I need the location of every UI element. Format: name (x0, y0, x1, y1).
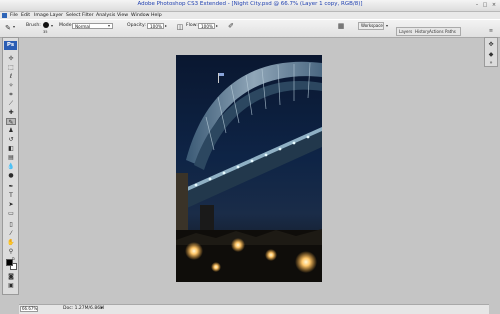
tablet-pressure-icon[interactable]: ◫ (176, 23, 184, 31)
brush-tool-icon[interactable]: ✎ (6, 118, 16, 126)
crop-tool-icon[interactable]: ⌗ (6, 91, 16, 98)
collapsed-panel-strip: ✥ ◆ » (484, 37, 498, 67)
move-tool-icon[interactable]: ✢ (6, 55, 16, 62)
tab-actions[interactable]: Actions (429, 29, 444, 35)
panel-menu-icon[interactable]: ≡ (485, 28, 497, 35)
menu-filter[interactable]: Filter (82, 12, 94, 19)
workspace-button[interactable]: Workspace (358, 22, 384, 30)
workspace-chevron-icon[interactable]: ▾ (386, 23, 388, 29)
photoshop-logo: Ps (4, 41, 17, 50)
menu-bar: File Edit Image Layer Select Filter Anal… (0, 12, 500, 19)
quick-mask-icon[interactable]: ◙ (6, 273, 16, 280)
brush-label: Brush: (26, 23, 41, 28)
expand-dock-icon[interactable]: » (487, 60, 495, 66)
tab-history[interactable]: History (415, 29, 429, 35)
navigator-icon[interactable]: ✥ (487, 41, 495, 48)
document-size: Doc: 1.27M/6.86M (63, 306, 104, 311)
opacity-chevron-icon[interactable]: ▸ (165, 23, 167, 29)
magic-wand-tool-icon[interactable]: ✧ (6, 82, 16, 89)
zoom-level-input[interactable]: 66.67% (20, 306, 38, 312)
healing-brush-tool-icon[interactable]: ✚ (6, 109, 16, 116)
status-menu-icon[interactable]: ▸ (101, 305, 103, 313)
menu-layer[interactable]: Layer (50, 12, 63, 19)
marquee-tool-icon[interactable]: ⬚ (6, 64, 16, 71)
flow-value: 100% (201, 24, 213, 29)
zoom-level-value: 66.67% (22, 306, 38, 311)
gradient-tool-icon[interactable]: ▤ (6, 154, 16, 161)
chevron-down-icon[interactable]: ▾ (13, 24, 15, 30)
toolbox: Ps ✢ ⬚ ℓ ✧ ⌗ ⟋ ✚ ✎ ♟ ↺ ◧ ▤ 💧 ● ✒ T ➤ ▭ ▯… (2, 37, 19, 295)
info-icon[interactable]: ◆ (487, 51, 495, 58)
mode-select[interactable]: Normal (72, 23, 113, 29)
hand-tool-icon[interactable]: ✋ (6, 239, 16, 246)
eraser-tool-icon[interactable]: ◧ (6, 145, 16, 152)
brush-preview-icon[interactable] (43, 22, 49, 28)
title-bar: Adobe Photoshop CS3 Extended - [Night Ci… (0, 0, 500, 12)
menu-help[interactable]: Help (151, 12, 162, 19)
opacity-input[interactable]: 100% (147, 23, 164, 29)
menu-file[interactable]: File (10, 12, 18, 19)
menu-select[interactable]: Select (66, 12, 80, 19)
menu-view[interactable]: View (117, 12, 128, 19)
brush-palette-icon[interactable]: ▦ (337, 22, 345, 30)
night-city-bridge-image (176, 55, 322, 282)
maximize-icon[interactable]: □ (482, 2, 488, 8)
panel-dock-tabs: Layers History Actions Paths (396, 27, 461, 36)
tab-layers[interactable]: Layers (399, 29, 412, 35)
menu-analysis[interactable]: Analysis (96, 12, 115, 19)
pen-tool-icon[interactable]: ✒ (6, 183, 16, 190)
shape-tool-icon[interactable]: ▭ (6, 210, 16, 217)
flow-input[interactable]: 100% (198, 23, 215, 29)
lasso-tool-icon[interactable]: ℓ (6, 73, 16, 80)
path-selection-tool-icon[interactable]: ➤ (6, 201, 16, 208)
mode-chevron-icon[interactable]: ▾ (108, 23, 110, 29)
close-icon[interactable]: × (491, 2, 497, 8)
opacity-value: 100% (150, 24, 162, 29)
screen-mode-icon[interactable]: ▣ (6, 282, 16, 289)
flow-chevron-icon[interactable]: ▸ (216, 23, 218, 29)
document-canvas[interactable] (176, 55, 322, 282)
brush-size-value: 35 (43, 30, 48, 34)
minimize-icon[interactable]: – (474, 2, 480, 8)
clone-stamp-tool-icon[interactable]: ♟ (6, 127, 16, 134)
foreground-color-swatch[interactable] (6, 259, 13, 266)
photoshop-app-icon (2, 13, 7, 18)
mode-label: Mode: (59, 23, 74, 28)
blur-tool-icon[interactable]: 💧 (6, 163, 16, 170)
brush-dropdown-icon[interactable]: ▾ (51, 23, 53, 29)
window-title: Adobe Photoshop CS3 Extended - [Night Ci… (137, 1, 363, 7)
workspace-label: Workspace (361, 23, 383, 28)
zoom-tool-icon[interactable]: ⚲ (6, 248, 16, 255)
tool-preset-brush-icon[interactable]: ✎ (4, 24, 12, 32)
dodge-tool-icon[interactable]: ● (6, 172, 16, 179)
menu-image[interactable]: Image (34, 12, 49, 19)
flow-label: Flow: (186, 23, 198, 28)
notes-tool-icon[interactable]: ▯ (6, 221, 16, 228)
menu-edit[interactable]: Edit (21, 12, 30, 19)
airbrush-icon[interactable]: ✐ (227, 22, 235, 30)
history-brush-tool-icon[interactable]: ↺ (6, 136, 16, 143)
slice-tool-icon[interactable]: ⟋ (6, 100, 16, 107)
eyedropper-tool-icon[interactable]: ⁄ (6, 230, 16, 237)
type-tool-icon[interactable]: T (6, 192, 16, 199)
opacity-label: Opacity: (127, 23, 146, 28)
menu-window[interactable]: Window (131, 12, 149, 19)
tab-paths[interactable]: Paths (445, 29, 456, 35)
mode-value: Normal (75, 24, 91, 29)
